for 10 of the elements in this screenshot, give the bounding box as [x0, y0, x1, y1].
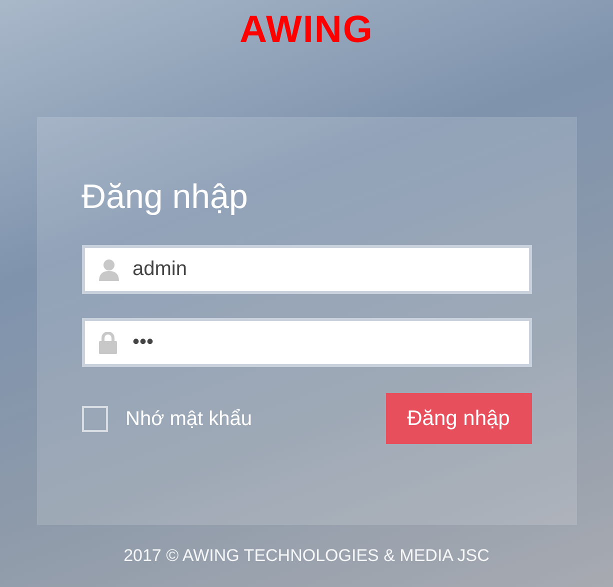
remember-label: Nhớ mật khẩu: [126, 406, 252, 432]
username-field[interactable]: admin: [82, 245, 532, 294]
logo: AWING: [240, 10, 374, 50]
user-icon: [98, 259, 118, 281]
footer-text: 2017 © AWING TECHNOLOGIES & MEDIA JSC: [124, 545, 490, 567]
form-title: Đăng nhập: [82, 177, 249, 218]
login-button[interactable]: Đăng nhập: [386, 393, 532, 444]
lock-icon: [98, 332, 116, 354]
password-field[interactable]: •••: [82, 318, 532, 367]
remember-checkbox[interactable]: [82, 406, 108, 432]
